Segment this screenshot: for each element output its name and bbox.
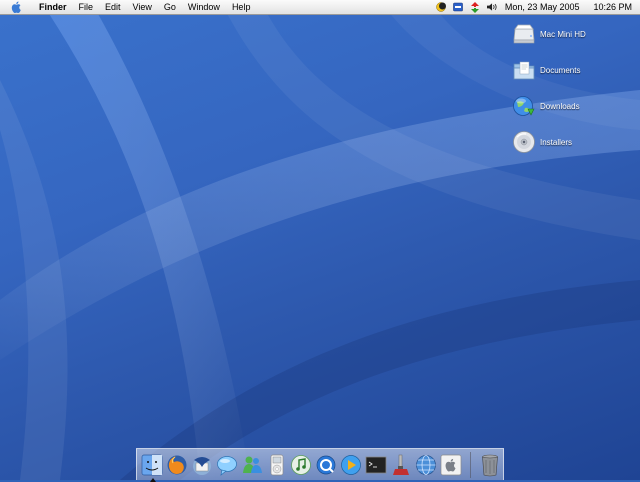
network-icon[interactable] [470, 1, 481, 13]
network-utility-icon[interactable] [414, 453, 438, 477]
desktop-icon-label: Installers [540, 137, 573, 147]
menu-view[interactable]: View [127, 0, 158, 14]
terminal-icon[interactable] [364, 453, 388, 477]
cd-icon [511, 129, 537, 155]
menu-help[interactable]: Help [226, 0, 257, 14]
system-preferences-icon[interactable] [389, 453, 413, 477]
menu-go[interactable]: Go [158, 0, 182, 14]
menu-bar: Finder File Edit View Go Window Help Mon… [0, 0, 640, 15]
apple-menu-icon[interactable] [10, 1, 23, 14]
quicktime-icon[interactable] [314, 453, 338, 477]
desktop-icon-documents[interactable]: Documents [511, 57, 580, 83]
trash-icon[interactable] [478, 453, 502, 477]
desktop-icon-mac-mini-hd[interactable]: Mac Mini HD [511, 21, 586, 47]
dock [136, 448, 504, 482]
folder-icon [511, 57, 537, 83]
ipod-icon[interactable] [265, 453, 289, 477]
moon-icon[interactable] [436, 2, 447, 13]
dock-separator [469, 451, 471, 478]
desktop-icon-label: Downloads [540, 101, 580, 111]
itunes-icon[interactable] [290, 453, 314, 477]
menubar-time[interactable]: 10:26 PM [589, 2, 640, 12]
hard-drive-icon [511, 21, 537, 47]
thunderbird-icon[interactable] [190, 453, 214, 477]
desktop-icon-label: Mac Mini HD [540, 29, 586, 39]
menubar-date[interactable]: Mon, 23 May 2005 [501, 2, 584, 12]
msn-messenger-icon[interactable] [240, 453, 264, 477]
desktop-icon-label: Documents [540, 65, 581, 75]
desktop-icon-installers[interactable]: Installers [511, 129, 572, 155]
firefox-icon[interactable] [165, 453, 189, 477]
volume-icon[interactable] [486, 2, 498, 13]
menu-window[interactable]: Window [182, 0, 226, 14]
display-icon[interactable] [453, 2, 464, 13]
media-player-icon[interactable] [339, 453, 363, 477]
menu-extras: Mon, 23 May 2005 10:26 PM [433, 0, 640, 14]
menu-file[interactable]: File [73, 0, 100, 14]
menu-finder[interactable]: Finder [33, 0, 73, 14]
globe-download-icon [511, 93, 537, 119]
ichat-icon[interactable] [215, 453, 239, 477]
menu-edit[interactable]: Edit [99, 0, 127, 14]
desktop-icon-downloads[interactable]: Downloads [511, 93, 580, 119]
finder-icon[interactable] [140, 453, 164, 482]
apple-icon[interactable] [439, 453, 463, 477]
